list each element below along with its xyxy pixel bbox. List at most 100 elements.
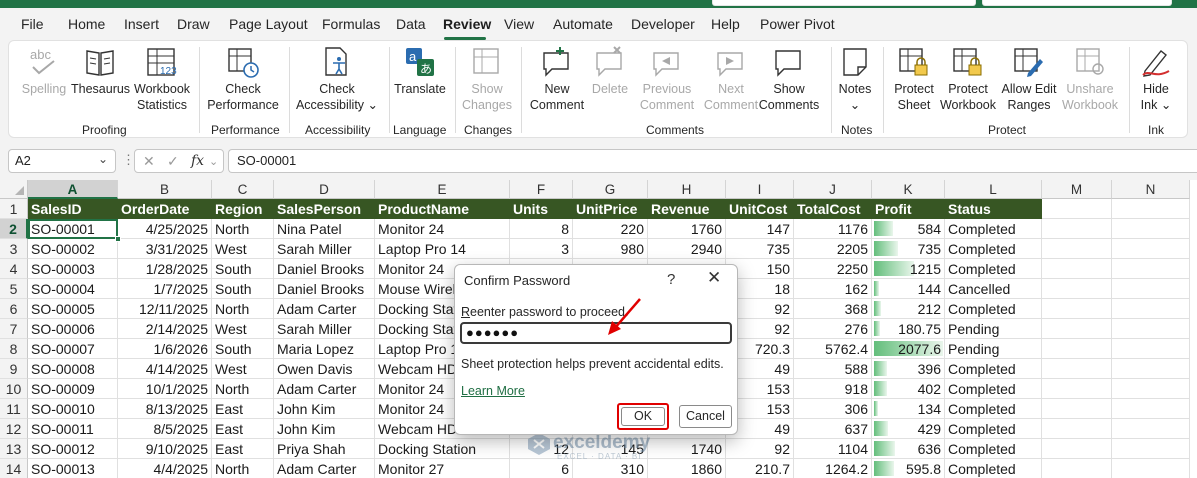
row-header-7[interactable]: 7: [0, 319, 28, 339]
row-header-4[interactable]: 4: [0, 259, 28, 279]
row-header-10[interactable]: 10: [0, 379, 28, 399]
search-box-edge[interactable]: [712, 0, 976, 6]
table-cell[interactable]: Laptop Pro 14: [375, 239, 510, 259]
table-cell[interactable]: 4/25/2025: [118, 219, 212, 239]
table-cell[interactable]: Monitor 27: [375, 459, 510, 478]
table-cell[interactable]: 980: [573, 239, 648, 259]
table-cell[interactable]: 6: [510, 459, 573, 478]
column-header-b[interactable]: B: [118, 180, 212, 199]
header-cell[interactable]: TotalCost: [794, 199, 872, 219]
column-header-n[interactable]: N: [1112, 180, 1190, 199]
table-cell[interactable]: Completed: [945, 419, 1042, 439]
new-comment-button[interactable]: New Comment: [527, 45, 587, 113]
column-header-j[interactable]: J: [794, 180, 872, 199]
allow-edit-ranges-button[interactable]: Allow Edit Ranges: [999, 45, 1059, 113]
table-cell[interactable]: 595.8: [872, 459, 945, 478]
table-cell[interactable]: 212: [872, 299, 945, 319]
cancel-button[interactable]: Cancel: [679, 405, 732, 428]
formula-input[interactable]: SO-00001: [228, 149, 1197, 173]
close-icon[interactable]: ✕: [707, 268, 721, 288]
column-header-g[interactable]: G: [573, 180, 648, 199]
table-cell[interactable]: East: [212, 439, 274, 459]
learn-more-link[interactable]: Learn More: [461, 384, 525, 398]
table-cell[interactable]: Completed: [945, 459, 1042, 478]
header-cell[interactable]: SalesPerson: [274, 199, 375, 219]
row-header-8[interactable]: 8: [0, 339, 28, 359]
table-cell[interactable]: 735: [872, 239, 945, 259]
table-cell[interactable]: Daniel Brooks: [274, 279, 375, 299]
show-comments-button[interactable]: Show Comments: [757, 45, 821, 113]
row-header-2[interactable]: 2: [0, 219, 28, 239]
table-cell[interactable]: Pending: [945, 319, 1042, 339]
table-cell[interactable]: 2940: [648, 239, 726, 259]
empty-cell[interactable]: [1112, 399, 1190, 419]
header-cell[interactable]: ProductName: [375, 199, 510, 219]
empty-cell[interactable]: [1042, 199, 1112, 219]
tab-automate[interactable]: Automate: [553, 16, 613, 32]
tab-formulas[interactable]: Formulas: [322, 16, 380, 32]
protect-sheet-button[interactable]: Protect Sheet: [889, 45, 939, 113]
empty-cell[interactable]: [1042, 319, 1112, 339]
workbook-statistics-button[interactable]: 123 Workbook Statistics: [134, 45, 190, 113]
hide-ink-button[interactable]: Hide Ink ⌄: [1135, 45, 1177, 113]
check-performance-button[interactable]: Check Performance: [207, 45, 279, 113]
tab-review[interactable]: Review: [443, 16, 491, 32]
table-cell[interactable]: 3: [510, 239, 573, 259]
notes-button[interactable]: Notes ⌄: [835, 45, 875, 113]
tab-developer[interactable]: Developer: [631, 16, 695, 32]
table-cell[interactable]: 210.7: [726, 459, 794, 478]
header-cell[interactable]: Status: [945, 199, 1042, 219]
table-cell[interactable]: North: [212, 459, 274, 478]
unshare-workbook-button[interactable]: Unshare Workbook: [1059, 45, 1121, 113]
empty-cell[interactable]: [1112, 259, 1190, 279]
table-cell[interactable]: 429: [872, 419, 945, 439]
previous-comment-button[interactable]: Previous Comment: [637, 45, 697, 113]
empty-cell[interactable]: [1042, 279, 1112, 299]
header-cell[interactable]: Revenue: [648, 199, 726, 219]
table-cell[interactable]: 402: [872, 379, 945, 399]
table-cell[interactable]: South: [212, 259, 274, 279]
table-cell[interactable]: 2077.6: [872, 339, 945, 359]
table-cell[interactable]: SO-00013: [28, 459, 118, 478]
table-cell[interactable]: 918: [794, 379, 872, 399]
table-cell[interactable]: 92: [726, 439, 794, 459]
chevron-down-icon[interactable]: ⌄: [98, 152, 108, 166]
row-header-1[interactable]: 1: [0, 199, 28, 219]
table-cell[interactable]: Adam Carter: [274, 459, 375, 478]
table-cell[interactable]: SO-00010: [28, 399, 118, 419]
table-cell[interactable]: 10/1/2025: [118, 379, 212, 399]
table-cell[interactable]: 8/5/2025: [118, 419, 212, 439]
empty-cell[interactable]: [1112, 239, 1190, 259]
table-cell[interactable]: 1860: [648, 459, 726, 478]
table-cell[interactable]: Completed: [945, 359, 1042, 379]
cancel-icon[interactable]: ✕: [143, 153, 155, 170]
table-cell[interactable]: Cancelled: [945, 279, 1042, 299]
protect-workbook-button[interactable]: Protect Workbook: [939, 45, 997, 113]
tab-insert[interactable]: Insert: [124, 16, 159, 32]
empty-cell[interactable]: [1112, 199, 1190, 219]
table-cell[interactable]: 368: [794, 299, 872, 319]
table-cell[interactable]: 5762.4: [794, 339, 872, 359]
header-cell[interactable]: Region: [212, 199, 274, 219]
table-cell[interactable]: SO-00003: [28, 259, 118, 279]
tab-draw[interactable]: Draw: [177, 16, 210, 32]
header-cell[interactable]: Units: [510, 199, 573, 219]
empty-cell[interactable]: [1042, 399, 1112, 419]
table-cell[interactable]: 9/10/2025: [118, 439, 212, 459]
table-cell[interactable]: Completed: [945, 399, 1042, 419]
column-header-k[interactable]: K: [872, 180, 945, 199]
table-cell[interactable]: North: [212, 379, 274, 399]
tab-file[interactable]: File: [21, 16, 44, 32]
table-cell[interactable]: Sarah Miller: [274, 239, 375, 259]
table-cell[interactable]: Maria Lopez: [274, 339, 375, 359]
table-cell[interactable]: Monitor 24: [375, 219, 510, 239]
table-cell[interactable]: 12/11/2025: [118, 299, 212, 319]
table-cell[interactable]: East: [212, 399, 274, 419]
empty-cell[interactable]: [1112, 219, 1190, 239]
empty-cell[interactable]: [1042, 219, 1112, 239]
empty-cell[interactable]: [1112, 299, 1190, 319]
table-cell[interactable]: North: [212, 219, 274, 239]
enter-check-icon[interactable]: ✓: [167, 153, 179, 170]
table-cell[interactable]: 1264.2: [794, 459, 872, 478]
row-header-11[interactable]: 11: [0, 399, 28, 419]
